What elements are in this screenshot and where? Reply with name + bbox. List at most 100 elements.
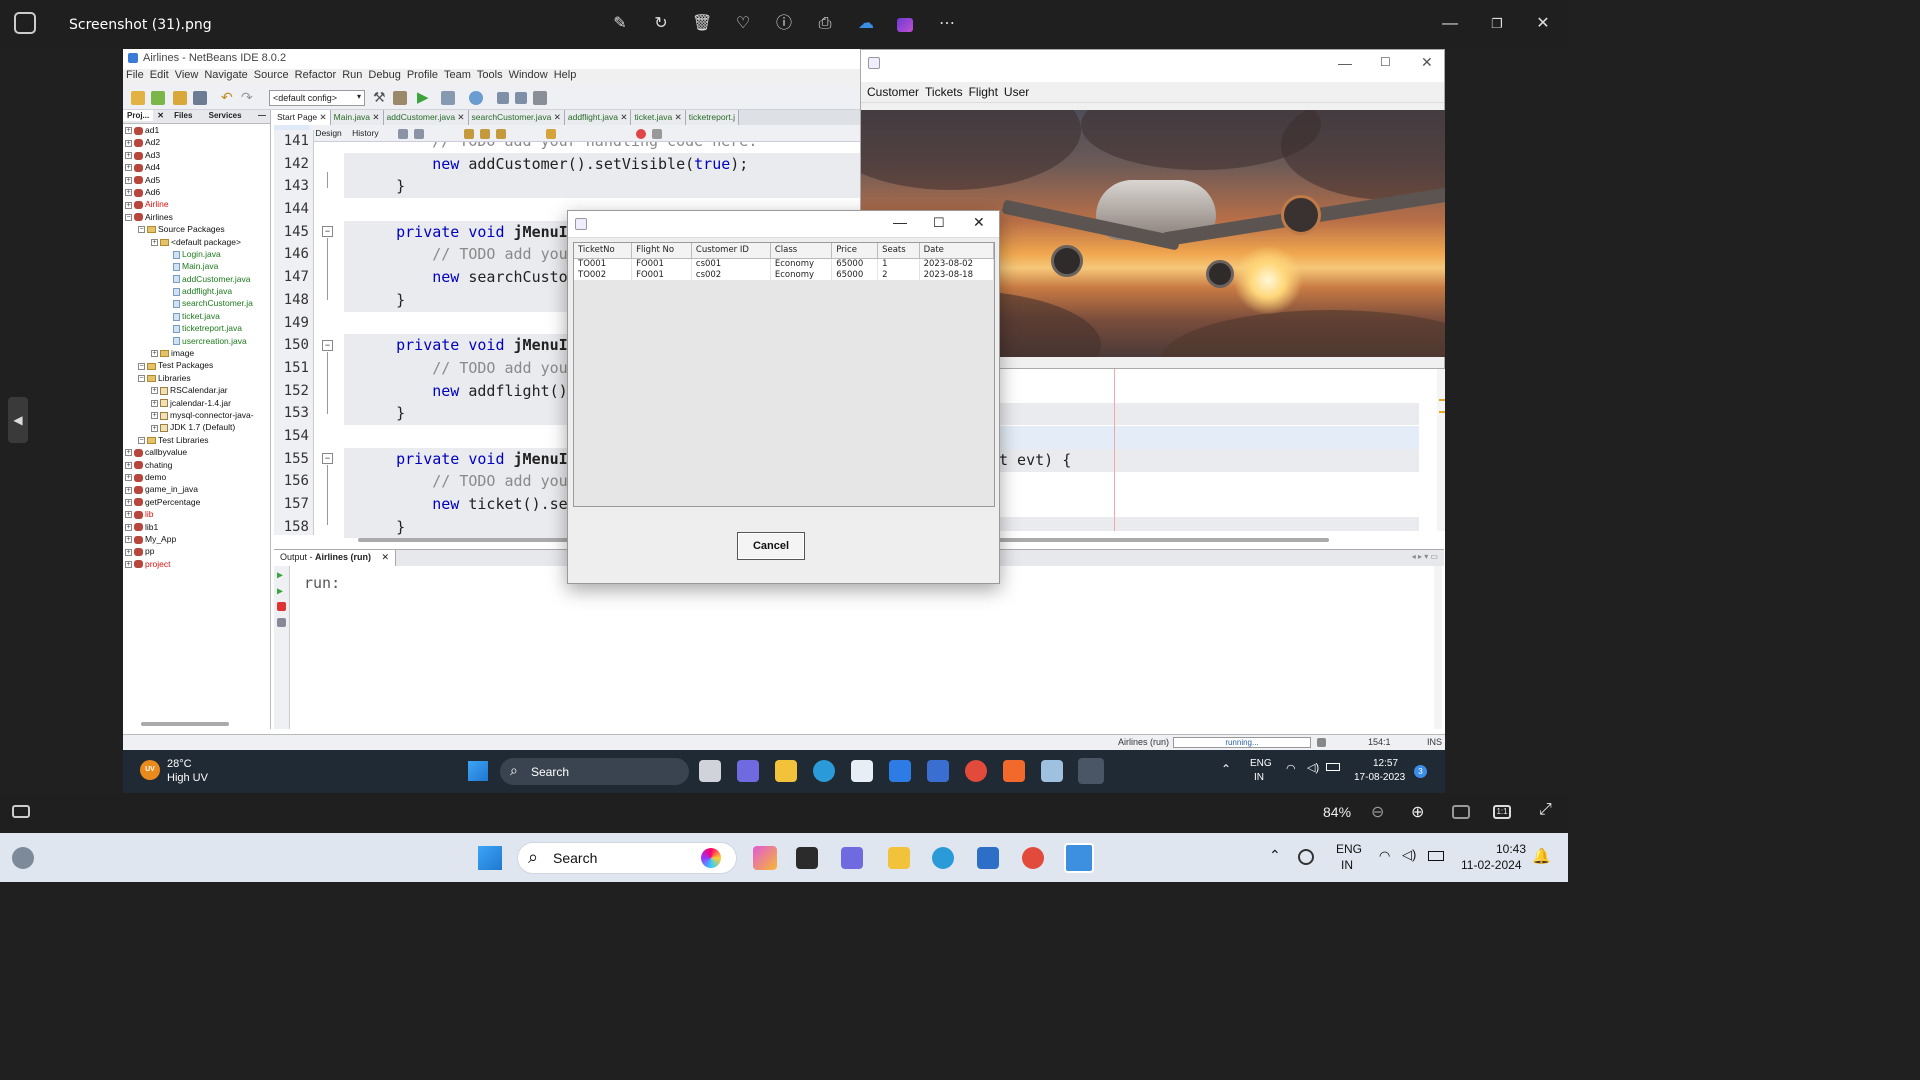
expand-toggle-icon[interactable]: + <box>151 412 158 420</box>
new-file-icon[interactable] <box>131 91 145 105</box>
xampp-icon[interactable] <box>1003 760 1025 782</box>
tree-item[interactable]: + project <box>125 558 270 570</box>
expand-toggle-icon[interactable]: + <box>125 523 132 531</box>
expand-toggle-icon[interactable]: + <box>125 548 132 556</box>
app-close-icon[interactable]: ✕ <box>1421 54 1433 71</box>
tab-services[interactable]: Services <box>205 110 246 121</box>
find-icon[interactable] <box>464 129 474 139</box>
tree-item[interactable]: + callbyvalue <box>125 446 270 458</box>
copilot-icon[interactable] <box>701 848 721 868</box>
profile-icon[interactable] <box>469 91 483 105</box>
weather-icon[interactable] <box>12 847 34 869</box>
clean-build-icon[interactable] <box>393 91 407 105</box>
build-icon[interactable]: ⚒ <box>373 89 386 106</box>
subtab-design[interactable]: Design <box>311 125 345 141</box>
tree-item[interactable]: + Ad2 <box>125 136 270 148</box>
expand-toggle-icon[interactable]: + <box>125 486 132 494</box>
expand-toggle-icon[interactable]: + <box>151 387 158 395</box>
column-header[interactable]: Customer ID <box>691 243 771 259</box>
cancel-button[interactable]: Cancel <box>737 532 805 560</box>
tree-item[interactable]: + demo <box>125 471 270 483</box>
zoom-in-icon[interactable]: ⊕ <box>1411 802 1424 822</box>
menu-item[interactable]: Navigate <box>204 69 247 81</box>
print-icon[interactable]: ⎙ <box>815 14 835 34</box>
table-row[interactable]: TO001 FO001 cs001 Economy 65000 1 2023-08-02 <box>574 258 995 269</box>
stop-icon[interactable] <box>277 602 286 611</box>
gallery-icon[interactable] <box>14 12 36 34</box>
volume-icon[interactable]: ◁) <box>1402 847 1416 863</box>
expand-toggle-icon[interactable]: + <box>125 498 132 506</box>
show-hidden-icon[interactable]: ⌃ <box>1269 847 1281 864</box>
menu-item[interactable]: File <box>126 69 144 81</box>
info-icon[interactable]: ⓘ <box>774 14 794 34</box>
output-window-controls-icon[interactable]: ◂ ▸ ▾ ▭ <box>1412 552 1438 561</box>
fold-toggle-icon[interactable]: − <box>322 453 333 464</box>
editor-tab[interactable]: Start Page ✕ <box>274 110 331 125</box>
menu-item[interactable]: Debug <box>368 69 400 81</box>
expand-toggle-icon[interactable]: + <box>125 461 132 469</box>
menu-item[interactable]: Refactor <box>295 69 337 81</box>
close-icon[interactable]: ✕ <box>1533 14 1553 34</box>
wifi-icon[interactable]: ◠ <box>1286 762 1296 775</box>
menu-item[interactable]: Tools <box>477 69 503 81</box>
editor-tab[interactable]: ticketreport.j <box>685 110 740 125</box>
tree-item[interactable]: + <default package> <box>125 236 270 248</box>
expand-toggle-icon[interactable]: + <box>125 536 132 544</box>
editor-tab[interactable]: searchCustomer.java ✕ <box>468 110 565 125</box>
previous-image-button[interactable]: ◀ <box>8 397 28 443</box>
outer-search-box[interactable]: ⌕ Search <box>517 842 737 874</box>
column-header[interactable]: TicketNo <box>574 243 633 259</box>
expand-toggle-icon[interactable]: + <box>125 189 132 197</box>
menu-item[interactable]: Run <box>342 69 362 81</box>
editor-tool-icon-b[interactable] <box>414 129 424 139</box>
debug-icon[interactable] <box>441 91 455 105</box>
wifi-icon[interactable]: ◠ <box>1379 848 1390 864</box>
tree-item[interactable]: + Ad5 <box>125 174 270 186</box>
tree-item[interactable]: − Source Packages <box>125 223 270 235</box>
redo-icon[interactable]: ↷ <box>241 89 253 106</box>
teams-icon[interactable] <box>841 847 863 869</box>
start-icon[interactable] <box>478 846 502 870</box>
dialog-close-icon[interactable]: ✕ <box>973 214 985 231</box>
tree-item[interactable]: + My_App <box>125 533 270 545</box>
subtab-history[interactable]: History <box>348 125 382 141</box>
edge-icon[interactable] <box>813 760 835 782</box>
editor-tab[interactable]: ticket.java ✕ <box>631 110 686 125</box>
tree-item[interactable]: − Libraries <box>125 372 270 384</box>
battery-icon[interactable] <box>1326 763 1340 771</box>
config-select[interactable]: <default config> ▾ <box>269 90 365 106</box>
tree-item[interactable]: − Test Libraries <box>125 434 270 446</box>
tree-item[interactable]: − Test Packages <box>125 359 270 371</box>
expand-toggle-icon[interactable]: − <box>138 437 145 445</box>
file-explorer-icon[interactable] <box>775 760 797 782</box>
tree-item[interactable]: +addCustomer.java <box>125 273 270 285</box>
expand-toggle-icon[interactable]: + <box>151 350 158 358</box>
bookmark-icon[interactable] <box>546 129 556 139</box>
tree-item[interactable]: + Airline <box>125 198 270 210</box>
expand-toggle-icon[interactable]: − <box>138 226 145 234</box>
tree-item[interactable]: + jcalendar-1.4.jar <box>125 397 270 409</box>
copilot-pre-icon[interactable] <box>753 846 777 870</box>
favorite-icon[interactable]: ♡ <box>733 14 753 34</box>
actual-size-icon[interactable]: 1:1 <box>1493 805 1511 819</box>
expand-toggle-icon[interactable]: + <box>125 511 132 519</box>
run-icon[interactable]: ▶ <box>417 88 429 106</box>
tree-item[interactable]: + pp <box>125 545 270 557</box>
teams-icon[interactable] <box>737 760 759 782</box>
expand-toggle-icon[interactable]: + <box>125 449 132 457</box>
tree-item[interactable]: + getPercentage <box>125 496 270 508</box>
expand-toggle-icon[interactable]: − <box>138 375 145 383</box>
menu-item[interactable]: Edit <box>150 69 169 81</box>
tab-projects[interactable]: Proj... <box>123 110 154 121</box>
show-hidden-icon[interactable]: ⌃ <box>1221 762 1231 776</box>
app-maximize-icon[interactable]: ☐ <box>1380 55 1391 69</box>
rerun-with-icon[interactable]: ▶ <box>277 586 283 597</box>
tree-item[interactable]: − Airlines <box>125 211 270 223</box>
fold-toggle-icon[interactable]: − <box>322 340 333 351</box>
editor-tab-close-icon[interactable]: ✕ <box>317 112 327 122</box>
fullscreen-icon[interactable]: ⤢ <box>1539 801 1552 819</box>
toolbar-icon-a[interactable] <box>497 92 509 104</box>
photos-icon[interactable] <box>1064 843 1094 873</box>
expand-toggle-icon[interactable]: + <box>125 560 132 568</box>
column-header[interactable]: Seats <box>877 243 920 259</box>
